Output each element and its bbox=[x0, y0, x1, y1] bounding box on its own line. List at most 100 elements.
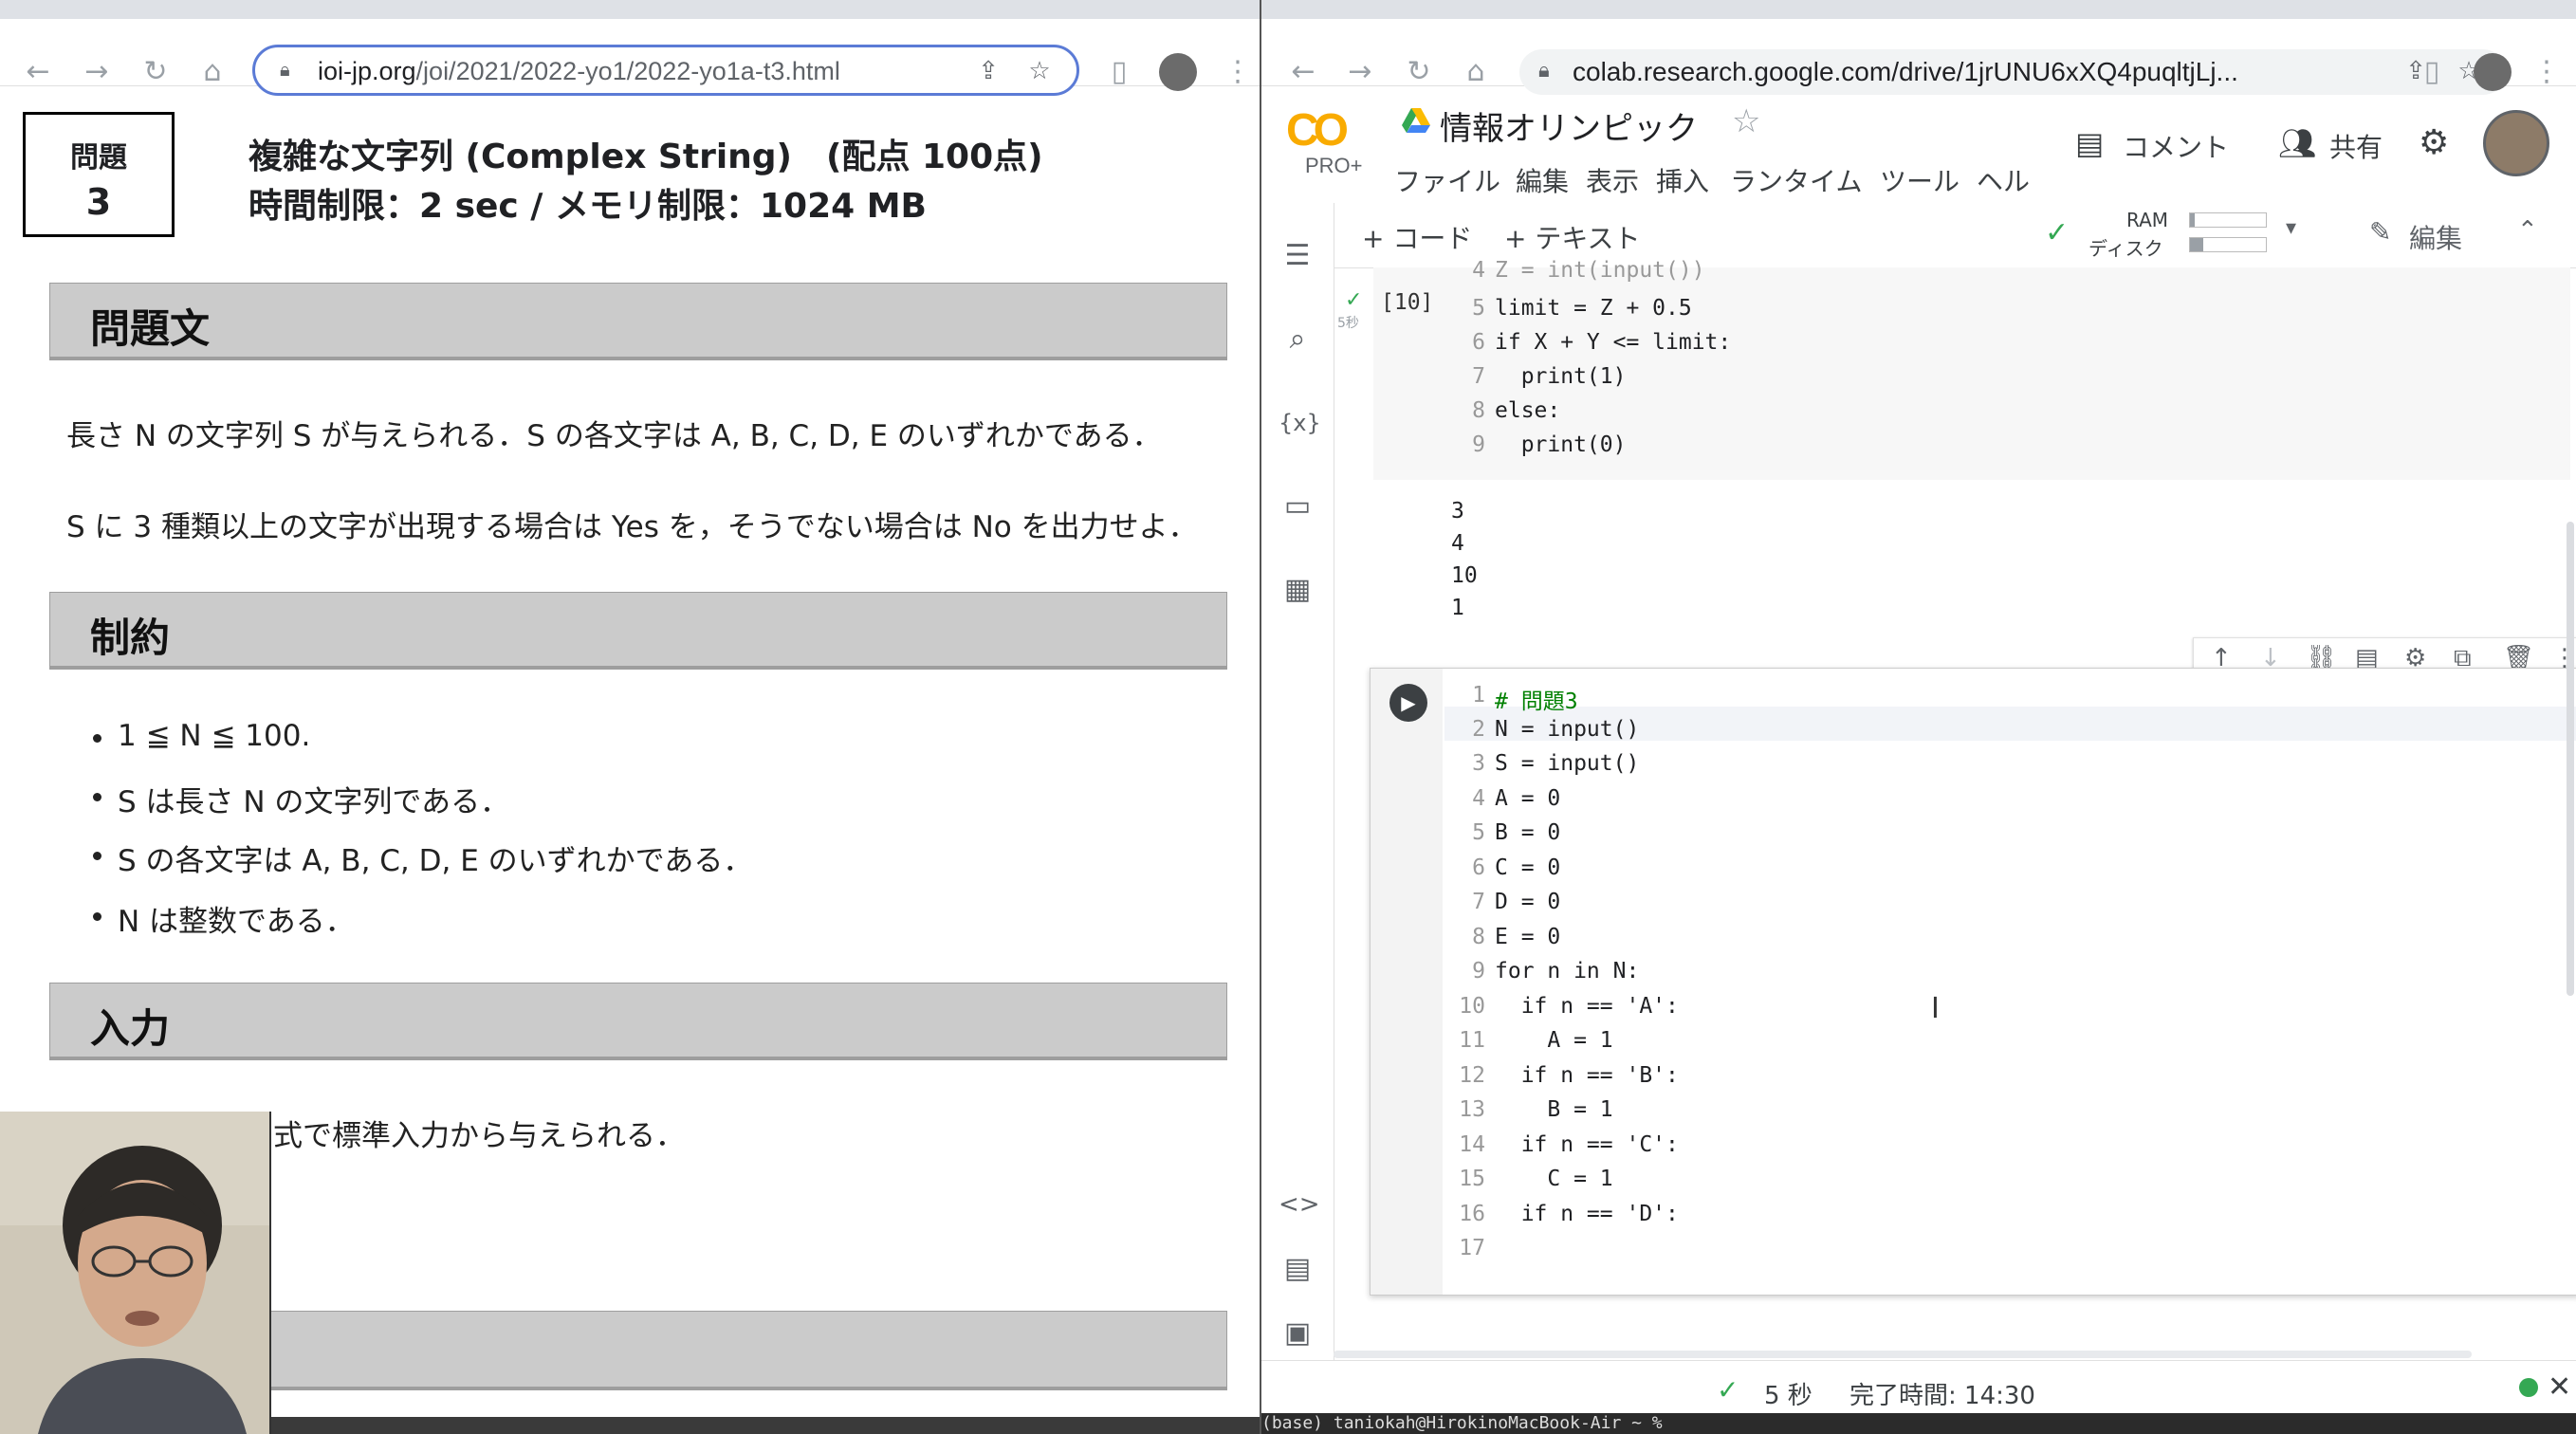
colab-logo[interactable]: CO bbox=[1286, 104, 1362, 156]
menu-runtime[interactable]: ランタイム bbox=[1730, 161, 1862, 199]
star-icon[interactable]: ☆ bbox=[1732, 102, 1760, 140]
comment-icon[interactable]: ▤ bbox=[2075, 125, 2104, 161]
colab-sidebar: ☰ ⌕ {x} ▭ ▦ <> ▤ ▣ bbox=[1261, 203, 1334, 1388]
share-people-icon[interactable]: 👥︎ bbox=[2278, 125, 2317, 161]
profile-avatar[interactable] bbox=[1159, 53, 1197, 91]
output-line: 1 bbox=[1451, 596, 1464, 620]
right-browser-window: ← → ↻ ⌂ 🔒︎ colab.research.google.com/dri… bbox=[1260, 0, 2576, 1434]
pencil-icon[interactable]: ✎ bbox=[2369, 216, 2391, 248]
section-input: 入力 bbox=[49, 983, 1227, 1060]
back-icon[interactable]: ← bbox=[1284, 53, 1322, 91]
output-line: 10 bbox=[1451, 563, 1478, 588]
disk-label: ディスク bbox=[2088, 237, 2163, 260]
back-icon[interactable]: ← bbox=[19, 53, 57, 91]
resources-dropdown-icon[interactable]: ▾ bbox=[2286, 216, 2296, 240]
home-icon[interactable]: ⌂ bbox=[1457, 53, 1495, 91]
bookmark-star-icon[interactable]: ☆ bbox=[1025, 57, 1054, 85]
constraint-item: 1 ≦ N ≦ 100. bbox=[92, 719, 311, 753]
menu-kebab-icon[interactable]: ⋮ bbox=[2532, 53, 2561, 91]
reload-icon[interactable]: ↻ bbox=[1400, 53, 1438, 91]
url-host: ioi-jp.org bbox=[318, 57, 416, 85]
forward-icon[interactable]: → bbox=[1341, 53, 1379, 91]
presenter-face-icon bbox=[0, 1112, 269, 1434]
terminal-strip: (base) taniokah@HirokinoMacBook-Air ~ % bbox=[1261, 1413, 2576, 1434]
text-cursor-ibeam-icon: I bbox=[1931, 992, 1940, 1025]
url-text: colab.research.google.com/drive/1jrUNU6x… bbox=[1573, 57, 2238, 86]
forward-icon[interactable]: → bbox=[78, 53, 116, 91]
share-icon[interactable]: ⇪ bbox=[974, 57, 1003, 85]
notebook-title[interactable]: 情報オリンピック bbox=[1440, 102, 1698, 149]
menu-file[interactable]: ファイル bbox=[1394, 161, 1500, 199]
constraint-item: S は長さ N の文字列である． bbox=[92, 778, 509, 820]
close-icon[interactable]: ✕ bbox=[2548, 1370, 2571, 1404]
ram-meter bbox=[2189, 212, 2267, 228]
constraint-item: S の各文字は A, B, C, D, E のいずれかである． bbox=[92, 836, 752, 879]
input-description: 式で標準入力から与えられる． bbox=[273, 1119, 685, 1153]
edit-mode-button[interactable]: 編集 bbox=[2409, 218, 2462, 256]
profile-avatar[interactable] bbox=[2474, 53, 2512, 91]
section-statement: 問題文 bbox=[49, 283, 1227, 360]
left-browser-window: ← → ↻ ⌂ 🔒︎ ioi-jp.org/joi/2021/2022-yo1/… bbox=[0, 0, 1260, 1434]
output-line: 4 bbox=[1451, 531, 1464, 556]
cell-gutter bbox=[1371, 669, 1443, 1295]
output-line: 3 bbox=[1451, 499, 1464, 524]
code-snippets-icon[interactable]: <> bbox=[1279, 1186, 1320, 1223]
horizontal-scrollbar[interactable] bbox=[1334, 1351, 2472, 1358]
address-bar[interactable]: 🔒︎ ioi-jp.org/joi/2021/2022-yo1/2022-yo1… bbox=[252, 45, 1079, 96]
status-completed: 完了時間: 14:30 bbox=[1849, 1382, 2035, 1410]
add-code-button[interactable]: + コード bbox=[1362, 218, 1472, 256]
status-exec-time: 5 秒 bbox=[1764, 1382, 1812, 1410]
comment-button[interactable]: コメント bbox=[2123, 127, 2229, 165]
problem-limits: 時間制限：2 sec / メモリ制限：1024 MB bbox=[248, 187, 927, 226]
section-constraints: 制約 bbox=[49, 592, 1227, 670]
problem-number: 3 bbox=[85, 181, 112, 223]
drive-icon bbox=[1402, 106, 1430, 133]
browser-toolbar: ← → ↻ ⌂ 🔒︎ colab.research.google.com/dri… bbox=[1261, 19, 2576, 95]
runtime-status-dot bbox=[2519, 1378, 2538, 1397]
browser-toolbar: ← → ↻ ⌂ 🔒︎ ioi-jp.org/joi/2021/2022-yo1/… bbox=[0, 19, 1260, 96]
run-cell-play-icon[interactable]: ▶ bbox=[1389, 684, 1427, 722]
menu-edit[interactable]: 編集 bbox=[1516, 161, 1569, 199]
status-check-icon: ✓ bbox=[1717, 1374, 1739, 1406]
address-bar[interactable]: 🔒︎ colab.research.google.com/drive/1jrUN… bbox=[1519, 49, 2506, 95]
problem-label: 問題 bbox=[70, 141, 127, 175]
reload-icon[interactable]: ↻ bbox=[137, 53, 175, 91]
command-palette-icon[interactable]: ▤ bbox=[1279, 1250, 1316, 1288]
account-avatar[interactable] bbox=[2483, 110, 2549, 176]
pro-badge: PRO+ bbox=[1305, 154, 1363, 177]
sidepanel-icon[interactable]: ▯ bbox=[2413, 53, 2451, 91]
menu-view[interactable]: 表示 bbox=[1586, 161, 1639, 199]
settings-gear-icon[interactable]: ⚙ bbox=[2419, 123, 2449, 162]
exec-check-icon: ✓ bbox=[1345, 288, 1363, 312]
constraint-item: N は整数である． bbox=[93, 897, 355, 940]
toc-list-icon[interactable]: ☰ bbox=[1279, 237, 1316, 275]
terminal-icon[interactable]: ▣ bbox=[1279, 1314, 1316, 1352]
exec-count: [10] bbox=[1381, 290, 1434, 315]
add-text-button[interactable]: + テキスト bbox=[1504, 218, 1641, 256]
tab-strip[interactable] bbox=[1261, 0, 2576, 19]
sidepanel-icon[interactable]: ▯ bbox=[1100, 53, 1138, 91]
url-path: /joi/2021/2022-yo1/2022-yo1a-t3.html bbox=[415, 57, 840, 85]
exec-time: 5秒 bbox=[1337, 316, 1359, 331]
menu-help[interactable]: ヘル bbox=[1977, 161, 2030, 199]
calendar-icon[interactable]: ▦ bbox=[1279, 571, 1316, 609]
tab-strip[interactable] bbox=[0, 0, 1260, 19]
share-button[interactable]: 共有 bbox=[2329, 127, 2383, 165]
collapse-chevron-icon[interactable]: ⌃ bbox=[2517, 216, 2538, 245]
home-icon[interactable]: ⌂ bbox=[193, 53, 231, 91]
menu-kebab-icon[interactable]: ⋮ bbox=[1224, 53, 1252, 91]
menu-insert[interactable]: 挿入 bbox=[1656, 161, 1709, 199]
webcam-overlay bbox=[0, 1112, 271, 1434]
menu-tools[interactable]: ツール bbox=[1880, 161, 1960, 199]
lock-icon: 🔒︎ bbox=[280, 58, 290, 81]
folder-icon[interactable]: ▭ bbox=[1279, 487, 1316, 525]
variables-icon[interactable]: {x} bbox=[1279, 404, 1321, 442]
search-icon[interactable]: ⌕ bbox=[1279, 321, 1316, 358]
problem-number-box: 問題 3 bbox=[23, 112, 175, 237]
vertical-scrollbar[interactable] bbox=[2567, 522, 2574, 996]
lock-icon: 🔒︎ bbox=[1538, 59, 1550, 83]
statement-line-2: S に 3 種類以上の文字が出現する場合は Yes を，そうでない場合は No … bbox=[66, 510, 1198, 544]
disk-meter bbox=[2189, 237, 2267, 252]
connected-check-icon: ✓ bbox=[2045, 216, 2070, 249]
ram-label: RAM bbox=[2126, 209, 2169, 231]
